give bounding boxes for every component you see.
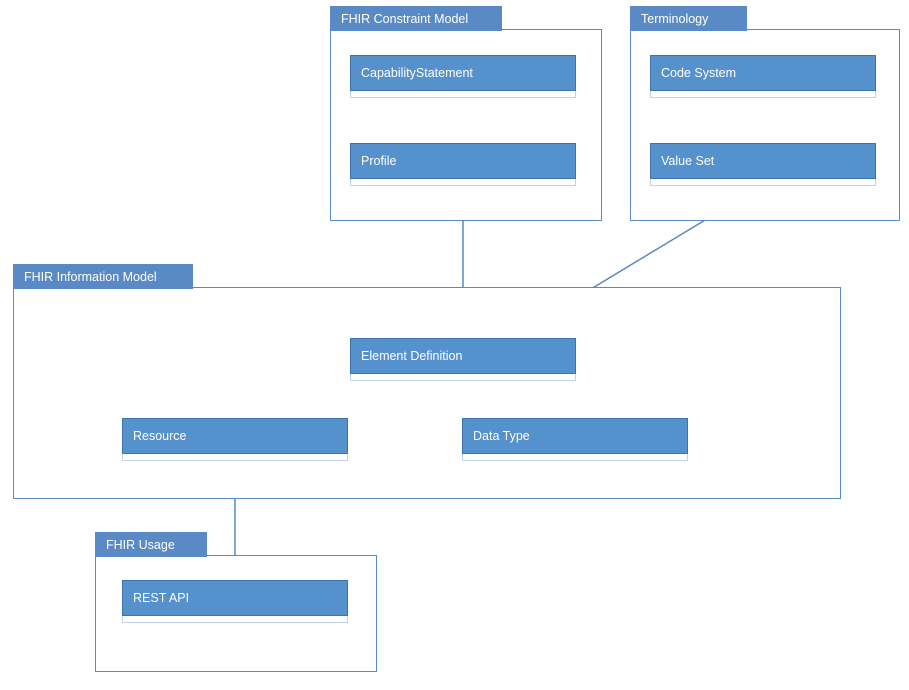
class-footer [122,454,348,461]
package-info: FHIR Information Model [13,287,841,499]
package-info-body [15,289,839,497]
class-footer [122,616,348,623]
class-data-type[interactable]: Data Type [462,418,688,460]
class-element-definition[interactable]: Element Definition [350,338,576,380]
package-usage-title: FHIR Usage [95,532,207,557]
class-data-type-label: Data Type [462,418,688,454]
package-terminology-title: Terminology [630,6,747,31]
class-resource-label: Resource [122,418,348,454]
class-profile[interactable]: Profile [350,143,576,185]
package-info-title: FHIR Information Model [13,264,193,289]
class-code-system-label: Code System [650,55,876,91]
class-footer [650,179,876,186]
class-element-definition-label: Element Definition [350,338,576,374]
class-footer [650,91,876,98]
class-rest-api[interactable]: REST API [122,580,348,622]
class-rest-api-label: REST API [122,580,348,616]
class-code-system[interactable]: Code System [650,55,876,97]
class-footer [462,454,688,461]
class-value-set-label: Value Set [650,143,876,179]
class-resource[interactable]: Resource [122,418,348,460]
class-capability-statement-label: CapabilityStatement [350,55,576,91]
class-value-set[interactable]: Value Set [650,143,876,185]
class-profile-label: Profile [350,143,576,179]
diagram-canvas: FHIR Constraint Model Terminology FHIR I… [0,0,909,690]
class-footer [350,179,576,186]
package-constraint-title: FHIR Constraint Model [330,6,502,31]
class-capability-statement[interactable]: CapabilityStatement [350,55,576,97]
class-footer [350,374,576,381]
class-footer [350,91,576,98]
